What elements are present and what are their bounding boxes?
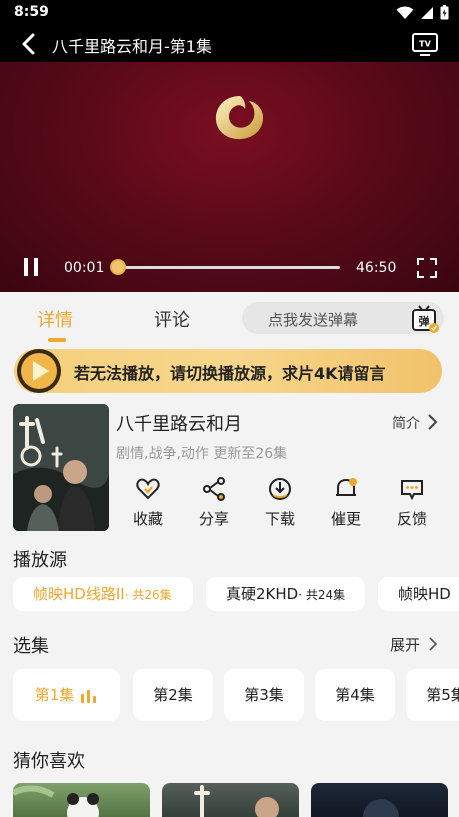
- danmu-input[interactable]: 点我发送弹幕 弹: [242, 302, 444, 334]
- intro-link[interactable]: 简介: [392, 413, 420, 433]
- source-list: 帧映HD线路II· 共26集 真硬2KHD· 共24集 帧映HD: [13, 577, 459, 611]
- recommend-thumb-1: [13, 785, 99, 817]
- episode-chip-4[interactable]: 第4集: [315, 669, 395, 721]
- danmu-toggle-icon[interactable]: 弹: [410, 304, 440, 334]
- video-player[interactable]: 8:59 八千里路云和月-第1集 TV 00:01 46:50: [0, 0, 459, 292]
- chevron-right-icon[interactable]: [426, 413, 438, 431]
- episode-label: 第5集: [426, 686, 459, 704]
- notice-banner[interactable]: 若无法播放，请切换播放源，求片4K请留言: [14, 349, 442, 393]
- recommend-thumb-2: [194, 785, 279, 817]
- episodes-title: 选集: [13, 636, 49, 657]
- pause-icon[interactable]: [23, 258, 41, 278]
- download-icon: [269, 478, 291, 500]
- recommend-thumb-3: [363, 799, 399, 817]
- favorite-label: 收藏: [132, 510, 163, 528]
- feedback-label: 反馈: [396, 510, 427, 528]
- source-chip-1[interactable]: 帧映HD线路II· 共26集: [13, 577, 193, 611]
- episode-label: 第4集: [335, 686, 375, 704]
- share-icon: [203, 477, 225, 501]
- episode-chip-3[interactable]: 第3集: [224, 669, 304, 721]
- download-button[interactable]: 下载: [248, 476, 312, 532]
- favorite-button[interactable]: 收藏: [116, 476, 180, 532]
- episode-chip-5[interactable]: 第5集: [406, 669, 459, 721]
- now-playing-icon: [81, 689, 97, 703]
- danmu-placeholder: 点我发送弹幕: [268, 311, 359, 329]
- sources-title: 播放源: [13, 550, 67, 571]
- svg-text:TV: TV: [419, 40, 431, 49]
- recommend-card-1[interactable]: [13, 783, 150, 817]
- notice-text: 若无法播放，请切换播放源，求片4K请留言: [74, 364, 386, 383]
- episode-chip-1[interactable]: 第1集: [13, 669, 120, 721]
- tv-cast-icon[interactable]: TV: [411, 31, 439, 57]
- source-count: · 共24集: [298, 588, 346, 602]
- episode-label: 第2集: [153, 686, 193, 704]
- source-name: 帧映HD线路II: [33, 585, 125, 603]
- feedback-icon: [401, 480, 423, 501]
- notify-label: 催更: [330, 510, 361, 528]
- notify-icon: [336, 478, 357, 496]
- notify-button[interactable]: 催更: [314, 476, 378, 532]
- download-label: 下载: [264, 510, 295, 528]
- detail-tabs: 详情 评论 点我发送弹幕 弹: [0, 296, 459, 342]
- tab-comments[interactable]: 评论: [154, 306, 190, 332]
- episode-list: 第1集 第2集 第3集 第4集 第5集: [13, 669, 459, 721]
- source-chip-2[interactable]: 真硬2KHD· 共24集: [206, 577, 365, 611]
- wifi-icon: [396, 6, 414, 19]
- progress-track[interactable]: [118, 266, 340, 269]
- show-title: 八千里路云和月: [116, 414, 242, 435]
- recommend-list: [13, 783, 459, 817]
- status-time: 8:59: [14, 4, 49, 20]
- share-label: 分享: [198, 510, 229, 528]
- episode-label: 第3集: [244, 686, 284, 704]
- heart-icon: [136, 478, 160, 500]
- chevron-right-icon[interactable]: [428, 636, 438, 652]
- show-meta: 剧情,战争,动作 更新至26集: [116, 446, 288, 462]
- show-poster[interactable]: [13, 404, 109, 531]
- recommend-card-2[interactable]: [162, 783, 299, 817]
- source-name: 帧映HD: [398, 585, 451, 603]
- recommend-card-3[interactable]: [311, 783, 448, 817]
- progress-thumb[interactable]: [110, 259, 127, 275]
- source-name: 真硬2KHD: [226, 585, 299, 603]
- player-controls: 00:01 46:50: [0, 250, 459, 286]
- share-button[interactable]: 分享: [182, 476, 246, 532]
- tab-detail[interactable]: 详情: [37, 306, 73, 332]
- fullscreen-icon[interactable]: [416, 257, 438, 279]
- action-bar: 收藏 分享 下载 催更 反馈: [116, 476, 446, 532]
- recommend-title: 猜你喜欢: [13, 751, 85, 772]
- source-chip-3[interactable]: 帧映HD: [378, 577, 459, 611]
- back-arrow-icon[interactable]: [18, 32, 40, 56]
- poster-art: [13, 404, 109, 531]
- brand-logo-icon: [215, 96, 264, 140]
- status-bar: 8:59: [0, 0, 459, 26]
- video-title: 八千里路云和月-第1集: [52, 37, 212, 56]
- expand-link[interactable]: 展开: [390, 634, 420, 655]
- tab-active-indicator: [48, 338, 66, 342]
- status-icons: [396, 5, 449, 20]
- play-badge-icon: [17, 349, 61, 393]
- source-count: · 共26集: [124, 588, 172, 602]
- current-time: 00:01: [64, 260, 105, 276]
- total-time: 46:50: [356, 260, 397, 276]
- episode-chip-2[interactable]: 第2集: [133, 669, 213, 721]
- player-title-bar: 八千里路云和月-第1集 TV: [0, 28, 459, 60]
- battery-icon: [440, 5, 449, 20]
- danmu-icon-text: 弹: [419, 314, 430, 328]
- feedback-button[interactable]: 反馈: [380, 476, 444, 532]
- signal-icon: [421, 6, 433, 19]
- episode-label: 第1集: [34, 686, 75, 704]
